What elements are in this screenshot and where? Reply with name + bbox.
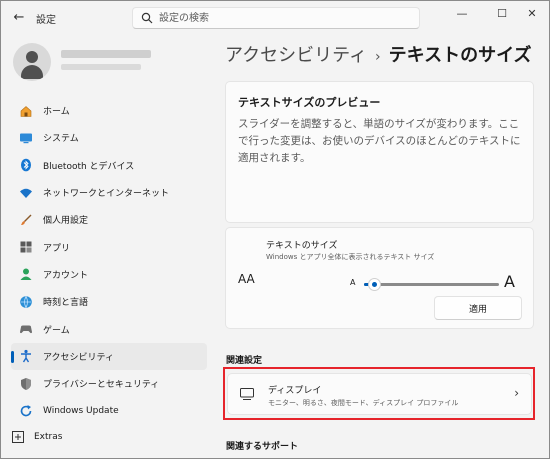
text-size-card: AA テキストのサイズ Windows とアプリ全体に表示されるテキスト サイズ… xyxy=(225,227,534,329)
sidebar-item-label: ゲーム xyxy=(43,325,70,336)
sidebar-item-apps[interactable]: アプリ xyxy=(11,233,207,260)
system-icon xyxy=(19,131,33,145)
shield-icon xyxy=(19,377,33,391)
gaming-icon xyxy=(19,322,33,336)
text-size-title: テキストのサイズ xyxy=(266,241,338,251)
sidebar-item-system[interactable]: システム xyxy=(11,124,207,151)
display-subtitle: モニター、明るさ、夜間モード、ディスプレイ プロファイル xyxy=(268,399,459,407)
accessibility-icon xyxy=(19,349,33,363)
related-settings-heading: 関連設定 xyxy=(226,356,263,366)
monitor-icon xyxy=(240,388,254,400)
sidebar-item-label: ホーム xyxy=(43,107,70,118)
home-icon xyxy=(19,104,33,118)
display-settings-link[interactable]: ディスプレイ モニター、明るさ、夜間モード、ディスプレイ プロファイル › xyxy=(227,373,532,415)
sidebar-item-label: ネットワークとインターネット xyxy=(43,189,170,200)
sidebar-nav: ホーム システム Bluetooth とデバイス ネットワークとインターネット … xyxy=(11,97,207,425)
sidebar-item-time-language[interactable]: 時刻と言語 xyxy=(11,288,207,315)
sidebar-item-personalization[interactable]: 個人用設定 xyxy=(11,206,207,233)
slider-min-label: A xyxy=(350,278,356,287)
user-profile[interactable] xyxy=(13,43,203,83)
sidebar-item-privacy-security[interactable]: プライバシーとセキュリティ xyxy=(11,370,207,397)
page-title: テキストのサイズ xyxy=(388,45,532,66)
time-language-icon xyxy=(19,295,33,309)
text-size-icon: AA xyxy=(238,272,255,286)
network-icon xyxy=(19,186,33,200)
breadcrumb: アクセシビリティ › テキストのサイズ xyxy=(225,41,532,67)
sidebar-item-label: Bluetooth とデバイス xyxy=(43,161,135,172)
search-box[interactable] xyxy=(132,7,420,29)
sidebar-item-label: アプリ xyxy=(43,243,71,254)
breadcrumb-separator: › xyxy=(375,49,381,65)
slider-thumb[interactable] xyxy=(368,278,381,291)
apps-icon xyxy=(19,240,33,254)
avatar xyxy=(13,43,51,81)
search-icon xyxy=(141,12,153,24)
preview-title: テキストサイズのプレビュー xyxy=(238,96,381,109)
sidebar-item-label: アカウント xyxy=(43,270,89,281)
breadcrumb-parent[interactable]: アクセシビリティ xyxy=(225,45,367,66)
sidebar-item-windows-update[interactable]: Windows Update xyxy=(11,397,207,424)
title-bar: ← 設定 — ☐ ✕ xyxy=(1,1,549,35)
close-button[interactable]: ✕ xyxy=(519,5,545,23)
minimize-button[interactable]: — xyxy=(449,5,475,23)
sidebar-item-label: Extras xyxy=(34,432,63,442)
sidebar-item-gaming[interactable]: ゲーム xyxy=(11,315,207,342)
sidebar-item-extras[interactable]: Extras xyxy=(11,430,62,444)
search-input[interactable] xyxy=(159,10,409,26)
bluetooth-icon xyxy=(19,158,33,172)
extras-icon xyxy=(11,430,25,444)
user-email-redacted xyxy=(61,64,141,70)
sidebar-item-label: プライバシーとセキュリティ xyxy=(43,380,160,391)
user-name-redacted xyxy=(61,50,151,58)
text-size-subtitle: Windows とアプリ全体に表示されるテキスト サイズ xyxy=(266,253,435,261)
update-icon xyxy=(19,404,33,418)
sidebar-item-label: システム xyxy=(43,134,79,145)
sidebar-item-label: Windows Update xyxy=(43,405,119,416)
display-title: ディスプレイ xyxy=(268,386,322,396)
personalization-icon xyxy=(19,213,33,227)
app-title: 設定 xyxy=(36,15,56,26)
chevron-right-icon: › xyxy=(514,386,519,400)
preview-text: スライダーを調整すると、単語のサイズが変わります。ここで行った変更は、お使いのデ… xyxy=(238,118,521,164)
text-size-slider[interactable]: A A xyxy=(350,272,520,294)
account-icon xyxy=(19,267,33,281)
sidebar-item-network[interactable]: ネットワークとインターネット xyxy=(11,179,207,206)
maximize-button[interactable]: ☐ xyxy=(489,5,515,23)
slider-track[interactable] xyxy=(364,283,499,286)
apply-button[interactable]: 適用 xyxy=(434,296,522,320)
related-support-heading: 関連するサポート xyxy=(226,442,299,452)
preview-card: テキストサイズのプレビュー スライダーを調整すると、単語のサイズが変わります。こ… xyxy=(225,81,534,223)
back-button[interactable]: ← xyxy=(11,10,27,26)
sidebar-item-accessibility[interactable]: アクセシビリティ xyxy=(11,342,207,370)
sidebar-item-accounts[interactable]: アカウント xyxy=(11,261,207,288)
sidebar-item-bluetooth[interactable]: Bluetooth とデバイス xyxy=(11,152,207,179)
sidebar-item-label: アクセシビリティ xyxy=(43,352,115,363)
sidebar-item-label: 個人用設定 xyxy=(43,216,89,227)
sidebar-item-label: 時刻と言語 xyxy=(43,298,89,309)
sidebar-item-home[interactable]: ホーム xyxy=(11,97,207,124)
slider-max-label: A xyxy=(504,272,515,291)
